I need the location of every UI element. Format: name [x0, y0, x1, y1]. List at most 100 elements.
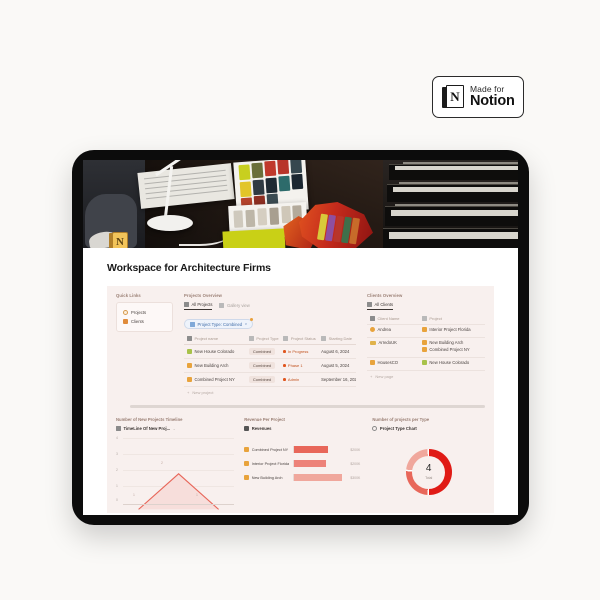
- donut-total-label: Total: [425, 476, 433, 480]
- arrow-icon: [421, 347, 427, 352]
- quick-links-card: Projects Clients: [116, 302, 173, 332]
- bar-chart-icon: [116, 426, 121, 431]
- new-page-button[interactable]: + New page: [367, 371, 485, 382]
- sidebar-item-clients[interactable]: Clients: [121, 317, 168, 326]
- donut-center: 4 Total: [412, 455, 446, 489]
- person-icon: [370, 327, 375, 332]
- cell-starting-date: September 16, 2024: [318, 372, 356, 387]
- notion-page-body: Workspace for Architecture Firms Quick L…: [83, 248, 518, 513]
- donut-ring: 4 Total: [405, 449, 452, 495]
- chart-source-label: TimeLine Of New Proj...: [123, 426, 171, 431]
- arrow-icon: [421, 327, 427, 332]
- cell-project-status: Admin: [280, 372, 319, 387]
- table-row[interactable]: ArredoUK New Building Arch Combined Proj…: [367, 337, 485, 358]
- cell-starting-date: August 6, 2024: [318, 344, 356, 359]
- cell-project-name: New Building Arch: [184, 358, 246, 373]
- column-project-type[interactable]: Project Type: [245, 333, 281, 345]
- text-type-icon: [370, 316, 375, 321]
- chevron-down-icon: ⌄: [172, 426, 176, 431]
- screenshot-root: N Made for Notion N Workspace for Archit…: [0, 0, 600, 600]
- chart-title: Revenue Per Project: [244, 417, 285, 422]
- table-header-row: Project name Project Type Project Status: [184, 333, 356, 345]
- column-project-name[interactable]: Project name: [184, 333, 246, 345]
- arrow-icon: [244, 475, 250, 480]
- building-icon: [370, 360, 375, 365]
- notion-letter: N: [446, 85, 464, 108]
- cell-project-status: Phase 1: [280, 358, 319, 373]
- column-project[interactable]: Project: [418, 313, 485, 325]
- notion-page-icon: N: [109, 232, 128, 248]
- arrow-icon: [421, 340, 427, 345]
- made-for-notion-badge: N Made for Notion: [432, 76, 524, 118]
- select-type-icon: [248, 336, 254, 341]
- dashboard-panel: Quick Links Projects Clients Projects Ov…: [107, 286, 494, 513]
- y-tick-label: 4: [116, 436, 118, 440]
- donut-total-value: 4: [425, 463, 432, 474]
- building-icon: [187, 377, 192, 382]
- filter-project-type[interactable]: Project Type: Combined ∨: [184, 318, 254, 329]
- charts-row: Number of New Projects Timeline TimeLine…: [116, 417, 485, 510]
- chart-source-selector[interactable]: Project Type Chart: [372, 426, 485, 431]
- tab-all-projects[interactable]: All Projects: [184, 302, 213, 310]
- chart-source-label: Revenues: [251, 426, 272, 431]
- donut-plot-area: 4 Total: [372, 436, 485, 504]
- y-tick-label: 3: [116, 452, 118, 456]
- column-starting-date[interactable]: Starting Date: [318, 333, 356, 345]
- table-row[interactable]: New Building Arch Combined Phase 1 Augus…: [184, 358, 356, 373]
- new-project-button[interactable]: + New project: [184, 387, 356, 398]
- tab-all-clients[interactable]: All Clients: [367, 302, 394, 310]
- arrow-icon: [244, 461, 250, 466]
- table-row[interactable]: Combined Project NY Combined Admin Septe…: [184, 372, 356, 387]
- cell-project-type: Combined: [245, 358, 281, 373]
- chart-title: Number of New Projects Timeline: [116, 417, 183, 422]
- line-series: [138, 473, 219, 510]
- tab-gallery-view[interactable]: Gallery view: [219, 302, 250, 310]
- cell-project-status: In Progress: [280, 344, 319, 359]
- sidebar-item-projects[interactable]: Projects: [121, 308, 168, 317]
- table-header-row: Client Name Project: [367, 313, 485, 325]
- cell-client-projects: New House Colorado: [418, 357, 485, 371]
- y-tick-label: 0: [116, 498, 118, 502]
- line-plot-area: 4 3 2 1 0 1 2 1: [116, 436, 235, 510]
- y-tick-label: 2: [116, 468, 118, 472]
- quick-links-heading: Quick Links: [116, 293, 141, 298]
- bar-value-label: $200K: [350, 461, 361, 466]
- badge-notion-label: Notion: [470, 92, 515, 109]
- column-project-status[interactable]: Project Status: [280, 333, 319, 345]
- plus-icon: +: [187, 390, 190, 395]
- grid-icon: [184, 302, 189, 307]
- table-row[interactable]: HousesCO New House Colorado: [367, 357, 485, 371]
- home-icon: [123, 319, 128, 324]
- clients-overview-heading: Clients Overview: [367, 293, 403, 298]
- bar-category-label: New Building Arch: [251, 475, 283, 480]
- leaf-icon: [421, 360, 427, 365]
- column-client-name[interactable]: Client Name: [367, 313, 419, 325]
- bar-plot-area: Combined Project NY $200K Interior Proje…: [244, 436, 362, 481]
- cell-client-name: HousesCO: [367, 357, 419, 371]
- green-sample-sheet: [222, 228, 286, 248]
- cell-project-type: Combined: [245, 372, 281, 387]
- chart-revenue-per-project: Revenue Per Project Revenues Combined Pr…: [244, 417, 362, 488]
- cell-client-name: ArredoUK: [367, 337, 419, 358]
- filter-label: Project Type: Combined: [197, 321, 243, 327]
- y-tick-label: 1: [116, 484, 118, 488]
- table-row[interactable]: Andrea Interior Project Florida: [367, 324, 485, 338]
- quick-link-label: Clients: [131, 319, 144, 324]
- chart-source-selector[interactable]: Revenues: [244, 426, 362, 431]
- chart-source-selector[interactable]: TimeLine Of New Proj... ⌄: [116, 426, 234, 431]
- bar-row: Interior Project Florida $200K: [244, 460, 362, 467]
- tablet-screen: N Workspace for Architecture Firms Quick…: [83, 160, 518, 515]
- text-type-icon: [187, 336, 192, 341]
- filter-badge: [250, 318, 254, 321]
- status-type-icon: [283, 336, 289, 341]
- bar-value-label: $300K: [350, 475, 361, 480]
- point-label: 1: [133, 493, 135, 497]
- cell-starting-date: August 5, 2024: [318, 358, 356, 373]
- projects-overview-section: Projects Overview All Projects Gallery v…: [184, 293, 356, 398]
- horizontal-scrollbar[interactable]: [130, 405, 485, 408]
- chart-projects-per-type: Number of projects per Type Project Type…: [372, 417, 485, 504]
- badge-text: Made for Notion: [470, 84, 515, 109]
- point-label: 1: [196, 493, 198, 497]
- table-row[interactable]: New House Colorado Combined In Progress …: [184, 344, 356, 359]
- clients-table: Client Name Project Andrea Interior Proj…: [367, 313, 485, 371]
